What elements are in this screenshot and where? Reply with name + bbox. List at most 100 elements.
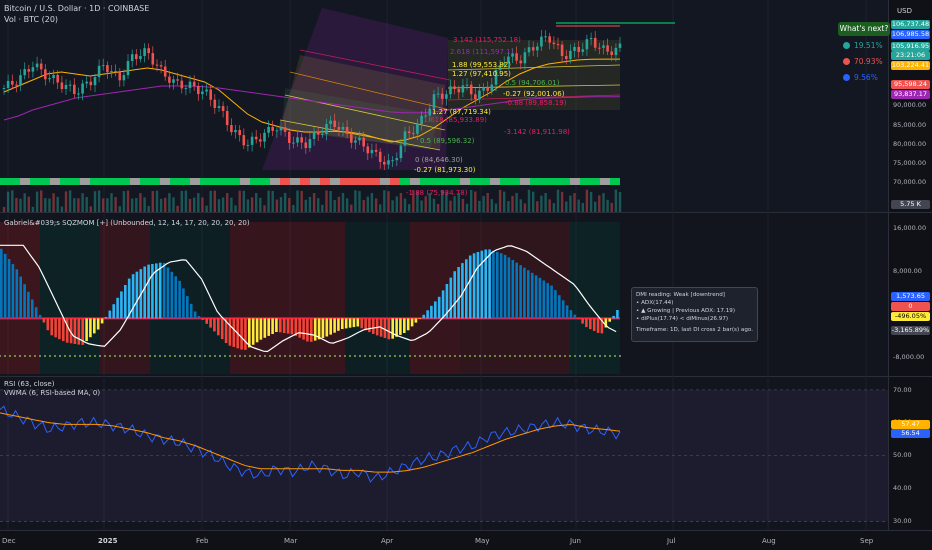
squeeze-dot: [329, 355, 331, 357]
momentum-bar: [267, 318, 270, 336]
volume-bar: [532, 191, 535, 212]
candle-body: [118, 72, 122, 81]
sqzmom-tag[interactable]: 1,573.65: [891, 292, 930, 301]
price-tag[interactable]: 93,837.17: [891, 90, 930, 99]
candle-body: [68, 84, 72, 86]
candle-body: [172, 79, 175, 83]
candle-body: [139, 56, 142, 60]
price-tag[interactable]: 23:21:06: [891, 51, 930, 60]
candle-body: [35, 63, 39, 68]
momentum-bar: [174, 276, 177, 319]
signal-strip-cell: [480, 178, 490, 185]
candle-body: [312, 131, 316, 139]
scenario-row[interactable]: 19.51%: [843, 41, 883, 50]
signal-strip-cell: [20, 178, 30, 185]
price-tag[interactable]: 103,224.41: [891, 61, 930, 70]
momentum-bar: [325, 318, 329, 337]
momentum-bar: [410, 318, 414, 327]
volume-bar: [180, 190, 183, 212]
sqzmom-legend[interactable]: Gabriel&#039;s SQZMOM [+] (Unbounded, 12…: [4, 219, 250, 227]
momentum-bar: [205, 318, 208, 324]
candle-body: [2, 88, 6, 89]
whats-next-button[interactable]: What's next?: [838, 22, 890, 36]
signal-strip-cell: [260, 178, 270, 185]
rsi-ma-legend[interactable]: VWMA (6, RSI-based MA, 0): [4, 389, 100, 397]
squeeze-dot: [314, 355, 316, 357]
price-tag[interactable]: 106,737.48: [891, 20, 930, 29]
momentum-bar: [120, 291, 123, 319]
candle-body: [296, 137, 299, 143]
scenario-row[interactable]: 70.93%: [843, 57, 883, 66]
symbol-title[interactable]: Bitcoin / U.S. Dollar · 1D · COINBASE: [4, 4, 149, 13]
rsi-tag[interactable]: 57.47: [891, 420, 930, 429]
squeeze-dot: [424, 355, 426, 357]
momentum-bar: [434, 301, 437, 319]
momentum-bar: [131, 274, 135, 319]
momentum-bar: [337, 318, 340, 331]
volume-bar: [48, 198, 51, 212]
signal-strip-cell: [270, 178, 280, 185]
price-tick-label: 75,000.00: [893, 159, 927, 167]
momentum-bar: [430, 305, 433, 319]
candle-body: [130, 54, 134, 61]
volume-bar: [283, 193, 287, 212]
squeeze-background: [150, 222, 230, 374]
squeeze-dot: [479, 355, 481, 357]
momentum-bar: [503, 254, 507, 319]
sqzmom-tag[interactable]: -3,165.89%: [891, 326, 930, 335]
sqzmom-tag[interactable]: 0: [891, 302, 930, 311]
rsi-tag[interactable]: 56.54: [891, 429, 930, 438]
squeeze-dot: [359, 355, 361, 357]
squeeze-dot: [124, 355, 126, 357]
candle-body: [573, 47, 576, 51]
momentum-bar: [317, 318, 321, 340]
price-tag[interactable]: 105,916.95: [891, 42, 930, 51]
squeeze-dot: [79, 355, 81, 357]
candle-body: [523, 52, 527, 64]
scenario-row[interactable]: 9.56%: [843, 73, 878, 82]
volume-bar: [594, 201, 597, 212]
squeeze-background: [460, 222, 570, 374]
signal-strip-cell: [220, 178, 230, 185]
volume-bar: [577, 199, 580, 212]
candle-body: [44, 69, 47, 80]
time-axis-label: Feb: [196, 537, 209, 545]
currency-label[interactable]: USD: [897, 7, 912, 15]
volume-bar: [573, 193, 576, 212]
fib-level-label: -0.88 (89,858.19): [505, 99, 567, 107]
candle-body: [110, 71, 113, 73]
candle-body: [39, 63, 43, 70]
momentum-bar: [329, 318, 332, 335]
sqzmom-tag[interactable]: -496.05%: [891, 312, 930, 321]
squeeze-dot: [574, 355, 576, 357]
candle-body: [407, 131, 411, 134]
price-tag[interactable]: 5.75 K: [891, 200, 930, 209]
rsi-legend[interactable]: RSI (63, close): [4, 380, 54, 388]
volume-legend[interactable]: Vol · BTC (20): [4, 15, 58, 24]
candle-body: [378, 151, 382, 162]
volume-bar: [250, 197, 254, 212]
signal-strip-cell: [300, 178, 310, 185]
volume-bar: [139, 193, 142, 212]
momentum-bar: [93, 318, 96, 334]
signal-strip-cell: [610, 178, 620, 185]
momentum-bar: [151, 264, 154, 319]
momentum-bar: [73, 318, 77, 344]
momentum-bar: [135, 271, 139, 319]
squeeze-dot: [609, 355, 611, 357]
candle-body: [544, 36, 547, 38]
squeeze-dot: [139, 355, 141, 357]
candle-body: [436, 93, 440, 95]
momentum-bar: [368, 318, 371, 333]
signal-strip-cell: [290, 178, 300, 185]
volume-bar: [226, 193, 229, 212]
squeeze-dot: [64, 355, 66, 357]
momentum-bar: [112, 304, 115, 319]
momentum-bar: [42, 318, 46, 323]
squeeze-dot: [439, 355, 441, 357]
price-tag[interactable]: 106,985.58: [891, 30, 930, 39]
momentum-bar: [298, 318, 301, 338]
chart-canvas[interactable]: 3.142 (115,752.18) 2.618 (111,597.1) 1.88 …: [0, 0, 932, 550]
rsi-tick-label: 40.00: [893, 484, 912, 492]
price-tag[interactable]: 95,598.24: [891, 80, 930, 89]
